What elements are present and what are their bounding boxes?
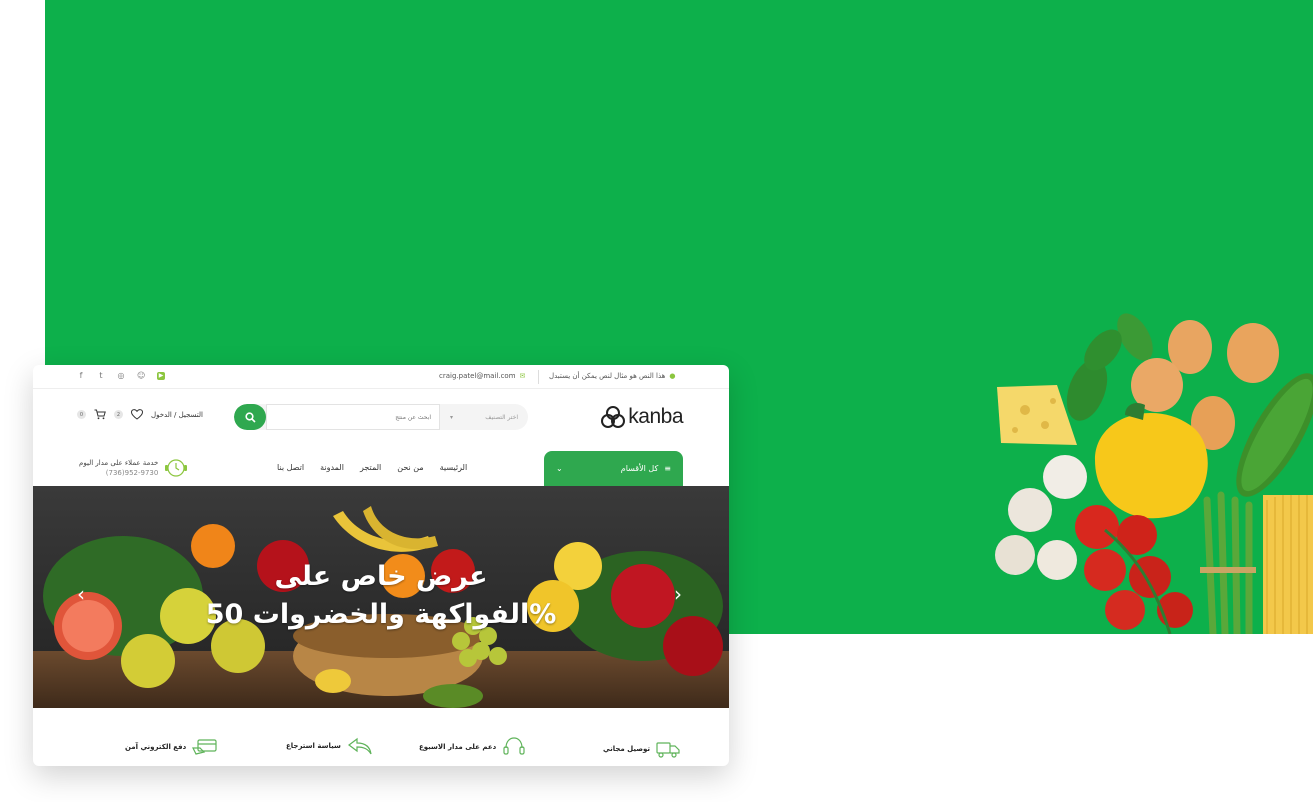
nav-item-shop[interactable]: المتجر: [360, 463, 381, 472]
feature-label: دفع الكتروني آمن: [125, 743, 187, 751]
snapchat-icon[interactable]: ☺: [137, 372, 145, 380]
mushroom: [1037, 540, 1077, 580]
search-icon: [244, 411, 256, 423]
card-payment-icon: [192, 739, 217, 755]
feature-label: دعم على مدار الاسبوع: [419, 743, 497, 751]
chevron-down-icon: ⌄: [556, 464, 563, 473]
cart-icon[interactable]: [94, 409, 106, 420]
search-bar: ▾ اختر التصنيف: [234, 404, 528, 430]
return-arrow-icon: [347, 737, 372, 755]
fresh-produce-image: [995, 313, 1313, 634]
top-bar: f t ◎ ☺ ▶ craig.patel@mail.com ✉ ● هذا ا…: [33, 365, 729, 389]
login-register-link[interactable]: التسجيل / الدخول: [151, 411, 203, 419]
search-input[interactable]: [266, 404, 440, 430]
tomato: [1075, 505, 1119, 549]
pasta-illustration: [1263, 495, 1313, 634]
instagram-icon[interactable]: ◎: [117, 372, 125, 380]
facebook-icon[interactable]: f: [77, 372, 85, 380]
location-info: ● هذا النص هو مثال لنص يمكن أن يستبدل: [549, 372, 675, 380]
all-categories-button[interactable]: ⌄ كل الأقسام ≡: [544, 451, 683, 486]
category-select-label: اختر التصنيف: [485, 413, 518, 421]
support-info: خدمة عملاء على مدار اليوم (736)952-9730: [79, 458, 158, 478]
hero-title: عرض خاص على الفواكهة والخضروات 50%: [33, 558, 729, 634]
nav-item-about[interactable]: من نحن: [397, 463, 423, 472]
mushroom: [995, 535, 1035, 575]
logo[interactable]: kanba: [600, 405, 683, 429]
slider-next-arrow-icon[interactable]: ›: [674, 582, 682, 606]
mushroom: [1008, 488, 1052, 532]
twitter-icon[interactable]: t: [97, 372, 105, 380]
social-links: f t ◎ ☺ ▶: [77, 372, 165, 380]
support-phone[interactable]: (736)952-9730: [79, 468, 159, 478]
contact-email[interactable]: craig.patel@mail.com ✉: [439, 372, 525, 380]
nav-item-contact[interactable]: اتصل بنا: [277, 463, 304, 472]
cheese: [997, 385, 1077, 445]
logo-text: kanba: [628, 405, 683, 428]
map-pin-icon: ●: [669, 372, 676, 380]
main-navigation: ⌄ كل الأقسام ≡ الرئيسية من نحن المتجر ال…: [33, 451, 729, 486]
account-area: 0 2 التسجيل / الدخول: [77, 409, 203, 420]
envelope-icon: ✉: [519, 372, 526, 380]
feature-secure-payment: دفع الكتروني آمن: [125, 738, 218, 756]
nav-item-blog[interactable]: المدونة: [320, 463, 344, 472]
nav-item-home[interactable]: الرئيسية: [440, 463, 468, 472]
egg: [1227, 323, 1279, 383]
menu-links: الرئيسية من نحن المتجر المدونة اتصل بنا: [277, 463, 467, 472]
slider-prev-arrow-icon[interactable]: ‹: [77, 582, 85, 606]
feature-support: دعم على مدار الاسبوع: [419, 736, 526, 758]
hero-title-line2: الفواكهة والخضروات 50%: [205, 599, 557, 630]
customer-support: خدمة عملاء على مدار اليوم (736)952-9730: [79, 457, 188, 479]
headset-icon: [503, 737, 525, 755]
website-mockup-card: f t ◎ ☺ ▶ craig.patel@mail.com ✉ ● هذا ا…: [33, 365, 729, 766]
divider: [538, 370, 539, 384]
category-select[interactable]: ▾ اختر التصنيف: [440, 404, 528, 430]
header: kanba ▾ اختر التصنيف 0: [33, 389, 729, 447]
page: f t ◎ ☺ ▶ craig.patel@mail.com ✉ ● هذا ا…: [0, 0, 1313, 802]
wishlist-count-badge: 2: [114, 410, 123, 419]
location-text: هذا النص هو مثال لنص يمكن أن يستبدل: [549, 372, 666, 380]
hero-title-line1: عرض خاص على: [274, 561, 488, 592]
kanba-logo-icon: [601, 406, 626, 428]
yellow-pepper: [1095, 412, 1208, 519]
tomato: [1084, 549, 1126, 591]
cart-count-badge: 0: [77, 410, 86, 419]
search-button[interactable]: [234, 404, 266, 430]
truck-icon: [656, 742, 680, 758]
yellow-apple: [121, 634, 175, 688]
support-title: خدمة عملاء على مدار اليوم: [79, 459, 159, 467]
feature-label: سياسة استرجاع: [286, 742, 341, 750]
hero-banner: عرض خاص على الفواكهة والخضروات 50% ‹ ›: [33, 486, 729, 708]
mushroom: [1043, 455, 1087, 499]
features-strip: توصيل مجاني دعم على مدار الاسبوع سياسة ا…: [33, 708, 729, 766]
menu-icon: ≡: [664, 464, 671, 473]
feature-label: توصيل مجاني: [603, 745, 651, 753]
heart-icon[interactable]: [131, 409, 143, 420]
feature-return-policy: سياسة استرجاع: [286, 736, 373, 756]
chevron-down-icon: ▾: [450, 413, 454, 421]
feature-free-delivery: توصيل مجاني: [603, 740, 680, 758]
tomato: [1105, 590, 1145, 630]
youtube-icon[interactable]: ▶: [157, 372, 165, 380]
support-clock-icon: [165, 459, 188, 477]
email-text[interactable]: craig.patel@mail.com: [439, 372, 516, 380]
categories-label: كل الأقسام: [620, 464, 659, 473]
